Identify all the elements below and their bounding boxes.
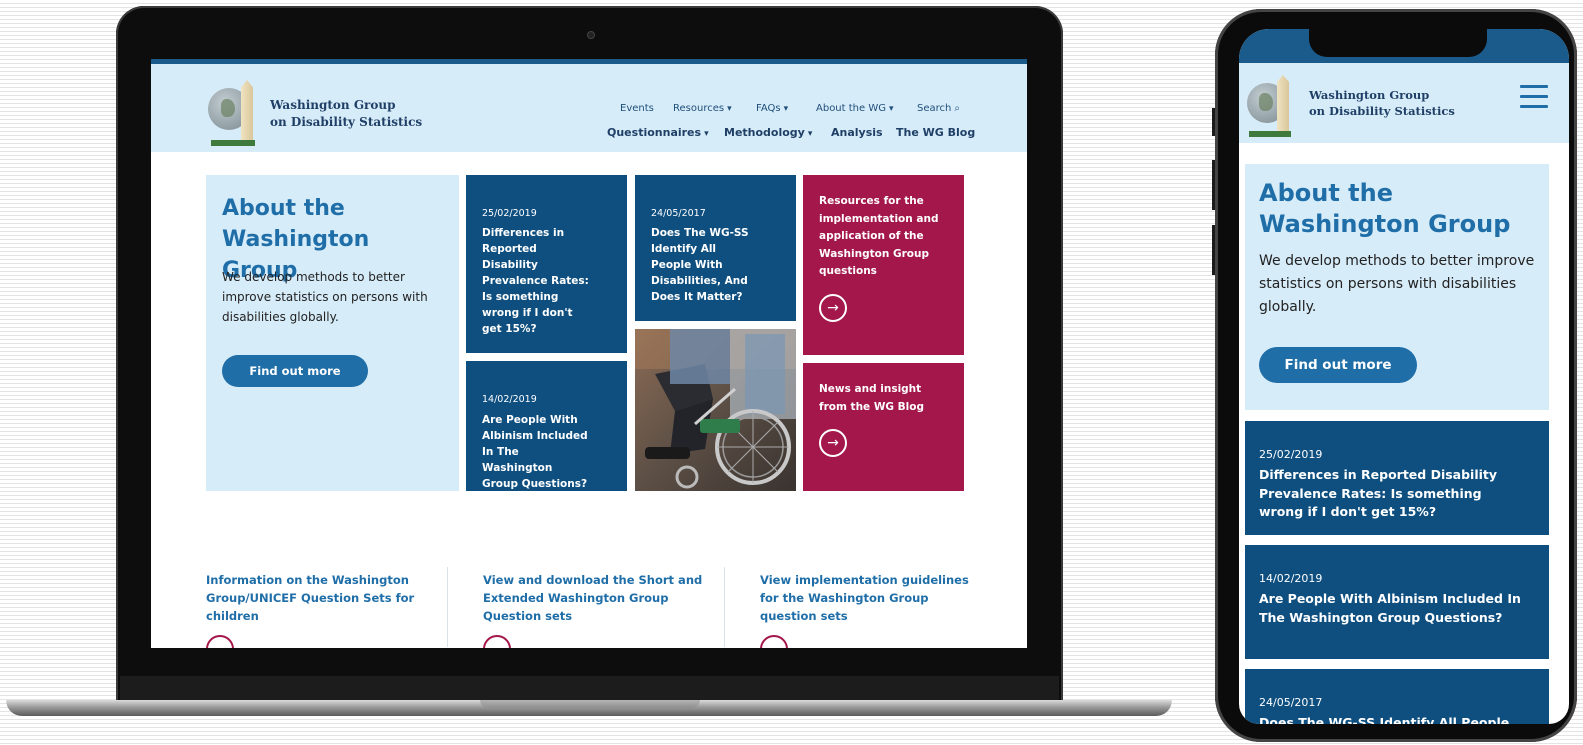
nav-resources-label: Resources <box>673 103 725 114</box>
monument-icon <box>1277 75 1289 133</box>
chevron-down-icon: ▾ <box>807 129 813 139</box>
post-title: Are People With Albinism Included In The… <box>482 414 588 490</box>
nav-about-wg[interactable]: About the WG ▾ <box>816 103 894 114</box>
arrow-right-circle-icon[interactable]: → <box>819 294 847 322</box>
utility-nav: Events Resources ▾ FAQs ▾ About the WG ▾ Se… <box>151 103 1027 117</box>
nav-about-label: About the WG <box>816 103 886 114</box>
post-title-partial: Does The WG-SS Identify All People <box>1259 715 1510 724</box>
post-title: Differences in Reported Disability Preva… <box>1259 467 1498 519</box>
mobile-about-panel: About the Washington Group We develop me… <box>1245 164 1549 410</box>
promo-title: News and insight from the WG Blog <box>819 383 925 413</box>
site-logo[interactable] <box>1247 75 1295 141</box>
mobile-post-card[interactable]: 24/05/2017 Does The WG-SS Identify All P… <box>1245 669 1549 724</box>
promo-tile-blog[interactable]: News and insight from the WG Blog → <box>803 363 964 491</box>
divider <box>724 567 725 647</box>
post-title: Does The WG-SS Identify All People With … <box>651 227 749 303</box>
phone-frame: Washington Group on Disability Statistic… <box>1215 9 1577 742</box>
site-name[interactable]: Washington Group on Disability Statistic… <box>1309 87 1459 119</box>
phone-notch <box>1309 29 1487 57</box>
post-title: Differences in Reported Disability Preva… <box>482 227 589 335</box>
link-column[interactable]: View and download the Short and Extended… <box>483 571 703 648</box>
phone-side-button <box>1212 108 1215 136</box>
laptop-hinge <box>120 676 1059 700</box>
mobile-screen: Washington Group on Disability Statistic… <box>1239 29 1569 724</box>
mobile-post-card[interactable]: 25/02/2019 Differences in Reported Disab… <box>1245 421 1549 535</box>
post-date: 24/05/2017 <box>1259 696 1323 709</box>
chevron-down-icon: ▾ <box>704 129 709 139</box>
post-date: 25/02/2019 <box>482 208 537 219</box>
arrow-right-circle-icon[interactable] <box>760 635 788 648</box>
arrow-right-circle-icon[interactable] <box>483 635 511 648</box>
about-text: We develop methods to better improve sta… <box>1259 253 1535 315</box>
find-out-more-button[interactable]: Find out more <box>222 355 368 387</box>
nav-questionnaires-label: Questionnaires <box>607 126 702 139</box>
nav-search-label: Search <box>917 103 952 114</box>
hamburger-menu-icon[interactable] <box>1520 85 1548 111</box>
search-icon: ⌕ <box>954 103 960 114</box>
post-date: 14/02/2019 <box>1259 572 1323 585</box>
post-date: 24/05/2017 <box>651 208 706 219</box>
logo-ground <box>1249 131 1291 137</box>
chevron-down-icon: ▾ <box>783 104 789 114</box>
nav-faqs-label: FAQs <box>756 103 781 114</box>
about-text: We develop methods to better improve sta… <box>222 270 428 324</box>
post-title: Are People With Albinism Included In The… <box>1259 591 1521 625</box>
find-out-more-button[interactable]: Find out more <box>1259 347 1417 383</box>
arrow-right-circle-icon[interactable]: → <box>819 429 847 457</box>
chevron-down-icon: ▾ <box>888 104 894 114</box>
divider <box>447 567 448 647</box>
nav-methodology[interactable]: Methodology ▾ <box>724 126 812 139</box>
laptop-camera <box>587 31 595 39</box>
phone-side-button <box>1212 225 1215 275</box>
nav-resources[interactable]: Resources ▾ <box>673 103 732 114</box>
laptop-notch <box>480 700 700 708</box>
nav-search[interactable]: Search ⌕ <box>917 103 960 114</box>
desktop-screen: Washington Group on Disability Statistic… <box>151 59 1027 648</box>
about-title: About the Washington Group <box>1259 179 1511 238</box>
site-name-line2: on Disability Statistics <box>1309 104 1455 118</box>
post-tile[interactable]: 14/02/2019 Are People With Albinism Incl… <box>466 361 627 491</box>
arrow-right-circle-icon[interactable] <box>206 635 234 648</box>
wheelchair-photo-illustration <box>635 329 796 491</box>
post-date: 14/02/2019 <box>482 394 537 405</box>
site-name-line1: Washington Group <box>1309 88 1430 102</box>
logo-ground <box>211 140 255 146</box>
post-tile[interactable]: 24/05/2017 Does The WG-SS Identify All P… <box>635 175 796 321</box>
link-column[interactable]: Information on the Washington Group/UNIC… <box>206 571 426 648</box>
link-text: Information on the Washington Group/UNIC… <box>206 573 415 623</box>
mobile-post-card[interactable]: 14/02/2019 Are People With Albinism Incl… <box>1245 545 1549 659</box>
chevron-down-icon: ▾ <box>727 104 732 114</box>
nav-events[interactable]: Events <box>620 103 654 114</box>
nav-wg-blog[interactable]: The WG Blog <box>896 126 975 139</box>
link-text: View implementation guidelines for the W… <box>760 573 969 623</box>
nav-faqs[interactable]: FAQs ▾ <box>756 103 788 114</box>
post-date: 25/02/2019 <box>1259 448 1323 461</box>
site-header: Washington Group on Disability Statistic… <box>151 64 1027 152</box>
promo-tile-resources[interactable]: Resources for the implementation and app… <box>803 175 964 355</box>
wheelchair-photo <box>635 329 796 491</box>
post-tile[interactable]: 25/02/2019 Differences in Reported Disab… <box>466 175 627 353</box>
nav-methodology-label: Methodology <box>724 126 805 139</box>
promo-title: Resources for the implementation and app… <box>819 195 939 277</box>
link-text: View and download the Short and Extended… <box>483 573 703 623</box>
nav-questionnaires[interactable]: Questionnaires ▾ <box>607 126 709 139</box>
about-panel: About the Washington Group We develop me… <box>206 175 459 491</box>
nav-analysis[interactable]: Analysis <box>831 126 883 139</box>
phone-side-button <box>1212 160 1215 210</box>
link-column[interactable]: View implementation guidelines for the W… <box>760 571 975 648</box>
